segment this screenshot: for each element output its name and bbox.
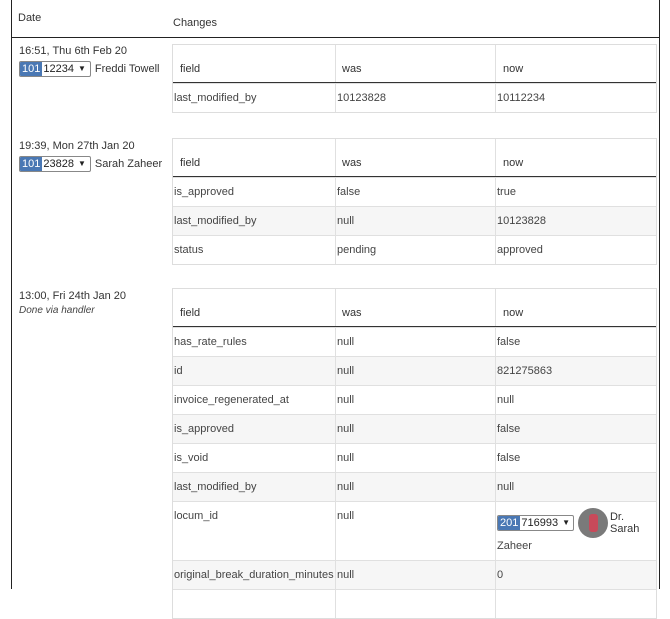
table-row: last_modified_by 10123828 10112234 bbox=[173, 83, 656, 112]
frame-right-border bbox=[659, 0, 660, 589]
frame-left-border bbox=[11, 0, 12, 589]
entry-timestamp: 16:51, Thu 6th Feb 20 bbox=[19, 45, 128, 57]
was-cell: null bbox=[335, 561, 495, 589]
user-id-select[interactable]: 101 12234 ▼ bbox=[19, 61, 91, 77]
now-column-header: now bbox=[495, 45, 656, 82]
date-column-header: Date bbox=[18, 12, 42, 24]
changes-table-header: field was now bbox=[173, 139, 656, 177]
changes-table-header: field was now bbox=[173, 45, 656, 83]
entry-note: Done via handler bbox=[19, 305, 95, 316]
table-row: status pending approved bbox=[173, 235, 656, 264]
table-row: invoice_regenerated_at null null bbox=[173, 385, 656, 414]
changes-table: field was now has_rate_rules null false … bbox=[172, 288, 657, 619]
avatar bbox=[578, 508, 608, 538]
field-cell: invoice_regenerated_at bbox=[174, 394, 289, 406]
was-cell: null bbox=[335, 444, 495, 472]
entry-timestamp: 19:39, Mon 27th Jan 20 bbox=[19, 140, 135, 152]
header-divider bbox=[11, 37, 660, 38]
user-id-prefix: 201 bbox=[498, 516, 521, 530]
entry-meta: 19:39, Mon 27th Jan 20 101 23828 ▼ Sarah… bbox=[19, 140, 162, 172]
changes-table-header: field was now bbox=[173, 289, 656, 327]
table-row: is_approved null false bbox=[173, 414, 656, 443]
user-id-select[interactable]: 201 716993 ▼ bbox=[497, 515, 575, 531]
was-column-header: was bbox=[335, 289, 495, 326]
field-cell: locum_id bbox=[174, 510, 219, 522]
was-cell: null bbox=[335, 328, 495, 356]
was-cell: false bbox=[335, 178, 495, 206]
field-cell: has_rate_rules bbox=[174, 336, 247, 348]
now-cell: approved bbox=[495, 236, 656, 264]
table-row bbox=[173, 589, 656, 618]
user-id-rest: 716993 bbox=[521, 517, 559, 529]
table-row: has_rate_rules null false bbox=[173, 327, 656, 356]
field-cell: last_modified_by bbox=[174, 215, 257, 227]
was-cell bbox=[335, 590, 495, 618]
field-cell: is_approved bbox=[174, 186, 234, 198]
user-name: Freddi Towell bbox=[94, 63, 160, 75]
chevron-down-icon: ▼ bbox=[77, 159, 86, 168]
now-cell: 10112234 bbox=[495, 84, 656, 112]
user-id-rest: 12234 bbox=[43, 63, 74, 75]
table-row: locum_id null 201 716993 ▼ Dr. Sarah Zah… bbox=[173, 501, 656, 560]
field-cell: id bbox=[174, 365, 183, 377]
was-cell: null bbox=[335, 207, 495, 235]
now-cell: null bbox=[495, 386, 656, 414]
field-column-header: field bbox=[180, 157, 201, 169]
now-column-header: now bbox=[495, 139, 656, 176]
user-name-continued: Zaheer bbox=[497, 540, 532, 552]
field-cell bbox=[173, 590, 335, 618]
was-cell: null bbox=[335, 473, 495, 501]
entry-user: 101 12234 ▼ Freddi Towell bbox=[19, 61, 159, 77]
locum-user: 201 716993 ▼ Dr. Sarah bbox=[497, 508, 656, 538]
entry-meta: 13:00, Fri 24th Jan 20 Done via handler bbox=[19, 290, 126, 316]
field-column-header: field bbox=[180, 63, 201, 75]
table-row: last_modified_by null 10123828 bbox=[173, 206, 656, 235]
user-id-select[interactable]: 101 23828 ▼ bbox=[19, 156, 91, 172]
now-cell: 10123828 bbox=[495, 207, 656, 235]
table-row: original_break_duration_minutes null 0 bbox=[173, 560, 656, 589]
now-cell: false bbox=[495, 415, 656, 443]
user-name: Dr. Sarah bbox=[609, 511, 640, 535]
was-column-header: was bbox=[335, 139, 495, 176]
table-row: is_approved false true bbox=[173, 177, 656, 206]
now-column-header: now bbox=[495, 289, 656, 326]
now-cell bbox=[495, 590, 656, 618]
entry-user: 101 23828 ▼ Sarah Zaheer bbox=[19, 156, 162, 172]
changes-table: field was now is_approved false true las… bbox=[172, 138, 657, 265]
field-cell: last_modified_by bbox=[174, 92, 257, 104]
now-cell: false bbox=[495, 444, 656, 472]
chevron-down-icon: ▼ bbox=[77, 64, 86, 73]
now-cell: true bbox=[495, 178, 656, 206]
now-cell: 201 716993 ▼ Dr. Sarah Zaheer bbox=[495, 502, 656, 560]
field-cell: last_modified_by bbox=[174, 481, 257, 493]
changes-column-header: Changes bbox=[173, 17, 218, 29]
now-cell: null bbox=[495, 473, 656, 501]
field-cell: is_approved bbox=[174, 423, 234, 435]
was-cell: null bbox=[335, 357, 495, 385]
was-column-header: was bbox=[335, 45, 495, 82]
now-cell: 0 bbox=[495, 561, 656, 589]
entry-meta: 16:51, Thu 6th Feb 20 101 12234 ▼ Freddi… bbox=[19, 45, 159, 77]
now-cell: false bbox=[495, 328, 656, 356]
entry-timestamp: 13:00, Fri 24th Jan 20 bbox=[19, 290, 127, 302]
user-id-rest: 23828 bbox=[43, 158, 74, 170]
field-cell: original_break_duration_minutes bbox=[174, 569, 334, 581]
now-cell: 821275863 bbox=[495, 357, 656, 385]
field-cell: status bbox=[174, 244, 204, 256]
field-cell: is_void bbox=[174, 452, 209, 464]
table-row: last_modified_by null null bbox=[173, 472, 656, 501]
table-row: id null 821275863 bbox=[173, 356, 656, 385]
was-cell: 10123828 bbox=[335, 84, 495, 112]
was-cell: null bbox=[335, 502, 495, 560]
was-cell: pending bbox=[335, 236, 495, 264]
user-id-prefix: 101 bbox=[20, 157, 43, 171]
user-name: Sarah Zaheer bbox=[94, 158, 163, 170]
chevron-down-icon: ▼ bbox=[562, 518, 570, 527]
was-cell: null bbox=[335, 386, 495, 414]
was-cell: null bbox=[335, 415, 495, 443]
field-column-header: field bbox=[180, 307, 201, 319]
table-row: is_void null false bbox=[173, 443, 656, 472]
changes-table: field was now last_modified_by 10123828 … bbox=[172, 44, 657, 113]
user-id-prefix: 101 bbox=[20, 62, 43, 76]
